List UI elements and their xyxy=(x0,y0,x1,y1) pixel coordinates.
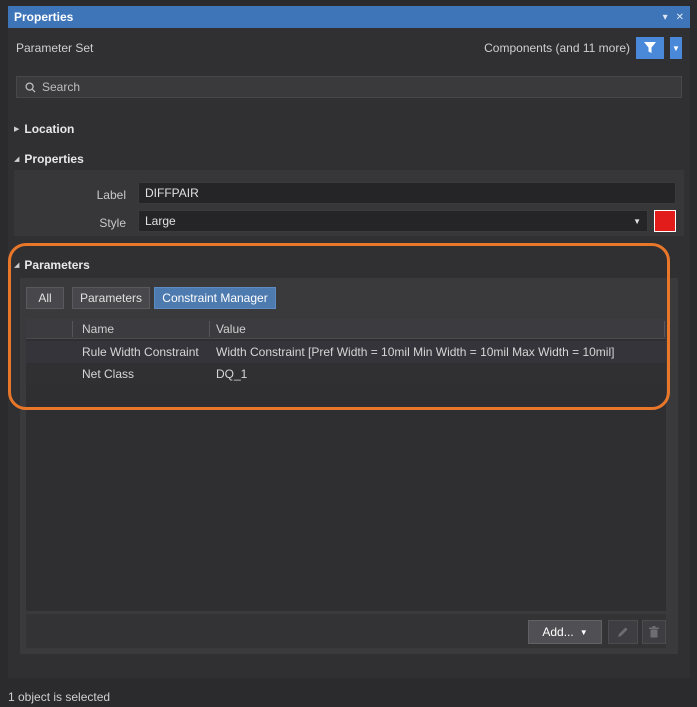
parameter-set-label: Parameter Set xyxy=(16,41,94,55)
column-header-value[interactable]: Value xyxy=(216,322,246,336)
color-swatch[interactable] xyxy=(654,210,676,232)
properties-section-header[interactable]: ◢ Properties xyxy=(14,152,84,166)
style-select[interactable]: Large ▼ xyxy=(138,210,648,232)
column-separator[interactable] xyxy=(664,321,665,337)
add-button-label: Add... xyxy=(542,625,574,639)
parameters-section-header[interactable]: ◢ Parameters xyxy=(14,258,90,272)
parameters-section-title: Parameters xyxy=(24,258,90,272)
delete-button[interactable] xyxy=(642,620,666,644)
column-separator[interactable] xyxy=(209,321,210,337)
pin-icon[interactable]: ▾ xyxy=(663,12,668,23)
location-section-header[interactable]: ▶ Location xyxy=(14,122,74,136)
label-caption: Label xyxy=(96,188,126,202)
status-bar-text: 1 object is selected xyxy=(8,690,111,704)
tab-parameters-label: Parameters xyxy=(79,291,143,305)
filter-dropdown-button[interactable]: ▼ xyxy=(670,37,682,59)
grid-header: Name Value xyxy=(26,319,666,339)
style-caption: Style xyxy=(99,216,126,230)
tab-parameters[interactable]: Parameters xyxy=(72,287,150,309)
tab-all-label: All xyxy=(38,291,52,305)
row-value-cell: Width Constraint [Pref Width = 10mil Min… xyxy=(216,345,615,359)
search-placeholder: Search xyxy=(42,80,81,94)
column-header-name[interactable]: Name xyxy=(82,322,114,336)
column-separator[interactable] xyxy=(72,321,73,337)
location-section-title: Location xyxy=(24,122,75,136)
properties-section-title: Properties xyxy=(24,152,84,166)
parameters-section-body: All Parameters Constraint Manager Name V… xyxy=(20,278,678,654)
funnel-icon xyxy=(644,42,656,53)
triangle-down-icon: ◢ xyxy=(14,262,20,269)
table-row[interactable]: Rule Width Constraint Width Constraint [… xyxy=(26,341,666,363)
add-button[interactable]: Add... ▼ xyxy=(528,620,602,644)
table-row[interactable]: Net Class DQ_1 xyxy=(26,363,666,385)
chevron-down-icon: ▼ xyxy=(633,217,641,226)
tab-constraint-manager-label: Constraint Manager xyxy=(162,291,268,305)
tab-all[interactable]: All xyxy=(26,287,64,309)
triangle-down-icon: ◢ xyxy=(14,156,20,163)
search-icon xyxy=(25,81,36,93)
close-icon[interactable]: ✕ xyxy=(676,12,684,23)
panel-title: Properties xyxy=(14,10,74,24)
selection-scope-text: Components (and 11 more) xyxy=(484,41,630,55)
parameter-set-row: Parameter Set Components (and 11 more) ▼ xyxy=(8,28,690,68)
label-field[interactable]: DIFFPAIR xyxy=(138,182,676,204)
row-name-cell: Net Class xyxy=(82,367,135,381)
properties-panel: Parameter Set Components (and 11 more) ▼… xyxy=(8,28,690,678)
label-field-value: DIFFPAIR xyxy=(145,186,199,200)
edit-button[interactable] xyxy=(608,620,638,644)
trash-icon xyxy=(649,626,659,638)
triangle-right-icon: ▶ xyxy=(14,126,20,133)
style-select-value: Large xyxy=(145,214,176,228)
chevron-down-icon: ▼ xyxy=(672,43,680,53)
parameters-grid: Name Value Rule Width Constraint Width C… xyxy=(26,319,666,611)
chevron-down-icon: ▼ xyxy=(579,627,588,637)
row-value-cell: DQ_1 xyxy=(216,367,248,381)
row-name-cell: Rule Width Constraint xyxy=(82,345,199,359)
panel-title-bar: Properties ▾ ✕ xyxy=(8,6,690,28)
tab-constraint-manager[interactable]: Constraint Manager xyxy=(154,287,276,309)
search-input[interactable]: Search xyxy=(16,76,682,98)
filter-button[interactable] xyxy=(636,37,664,59)
parameters-toolbar: Add... ▼ xyxy=(26,614,666,648)
pencil-icon xyxy=(618,627,628,637)
